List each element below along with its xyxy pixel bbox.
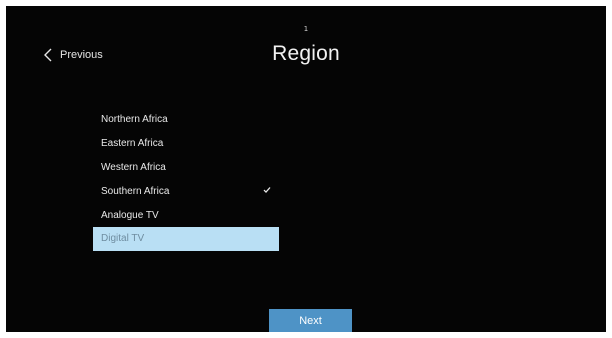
list-item-label: Analogue TV [101, 209, 159, 221]
list-item-label: Digital TV [101, 233, 145, 245]
list-item-southern-africa[interactable]: Southern Africa [93, 179, 279, 203]
list-item-digital-tv[interactable]: Digital TV [93, 226, 279, 251]
step-indicator: 1 [303, 25, 309, 33]
list-item-eastern-africa[interactable]: Eastern Africa [93, 132, 279, 156]
region-list: Northern Africa Eastern Africa Western A… [93, 108, 279, 251]
list-item-label: Western Africa [101, 161, 166, 173]
checkmark-icon [263, 186, 271, 197]
chevron-left-icon [44, 48, 52, 62]
list-item-northern-africa[interactable]: Northern Africa [93, 108, 279, 132]
previous-label: Previous [60, 49, 103, 61]
list-item-label: Eastern Africa [101, 138, 164, 150]
list-item-western-africa[interactable]: Western Africa [93, 156, 279, 180]
list-item-label: Southern Africa [101, 185, 170, 197]
next-button[interactable]: Next [269, 309, 352, 332]
list-item-label: Northern Africa [101, 114, 168, 126]
previous-button[interactable]: Previous [44, 48, 103, 62]
list-item-analogue-tv[interactable]: Analogue TV [93, 203, 279, 227]
tv-screen: 1 Region Previous Northern Africa Easter… [6, 6, 606, 332]
